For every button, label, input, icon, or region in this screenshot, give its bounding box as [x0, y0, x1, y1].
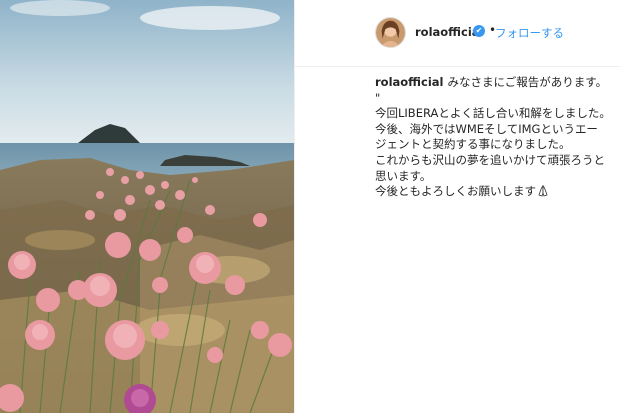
caption-line: ジェントと契約する事になりました。	[375, 137, 571, 152]
post-caption: rolaofficial みなさまにご報告があります。 " 今回LIBERAとよく…	[375, 75, 611, 200]
caption-last-line: 今後ともよろしくお願いします	[375, 184, 611, 200]
post-header: rolaofficial ✔ • フォローする	[295, 0, 620, 67]
caption-line: 今後ともよろしくお願いします	[375, 184, 536, 199]
caption-first-line: rolaofficial みなさまにご報告があります。	[375, 75, 611, 91]
post-details-panel: rolaofficial ✔ • フォローする rolaofficial みなさま…	[294, 0, 620, 413]
follow-button[interactable]: フォローする	[495, 25, 564, 41]
verified-badge-icon: ✔	[473, 25, 485, 37]
caption-username-link[interactable]: rolaofficial	[375, 75, 443, 89]
post-photo[interactable]	[0, 0, 294, 413]
caption-line: これからも沢山の夢を追いかけて頑張ろうと	[375, 152, 605, 167]
caption-line: "	[375, 90, 381, 105]
caption-text-0: みなさまにご報告があります。	[447, 75, 608, 89]
avatar[interactable]	[375, 17, 406, 48]
caption-line: 今後、海外ではWMEそしてIMGというエー	[375, 121, 598, 136]
instagram-post: rolaofficial ✔ • フォローする rolaofficial みなさま…	[0, 0, 620, 413]
seaside-flowers-image	[0, 0, 294, 413]
caption-line: 思います。	[375, 168, 432, 183]
pray-hands-emoji-icon	[538, 185, 548, 197]
caption-line: 今回LIBERAとよく話し合い和解をしました。	[375, 106, 611, 121]
avatar-image	[376, 18, 405, 47]
